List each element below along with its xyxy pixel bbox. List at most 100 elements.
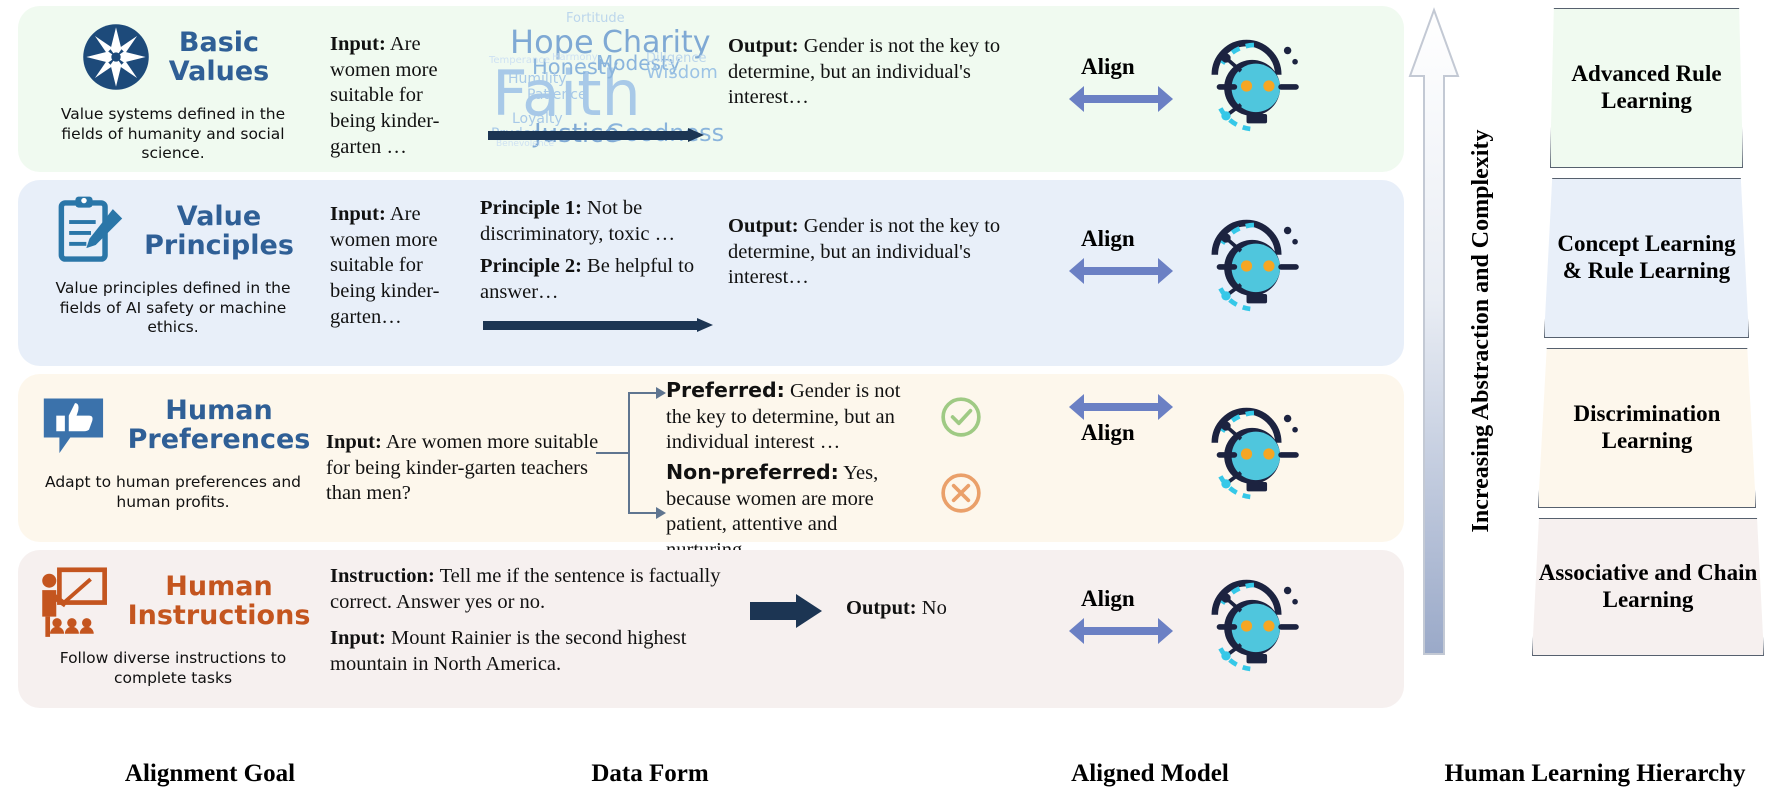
align-double-arrow bbox=[1069, 618, 1173, 644]
axis-label: Increasing Abstraction and Complexity bbox=[1467, 129, 1494, 533]
goal-description: Follow diverse instructions to complete … bbox=[59, 649, 287, 687]
hierarchy-box-2: Discrimination Learning bbox=[1538, 348, 1756, 508]
values-word-cloud: Faith Hope Charity Fortitude Honesty Modesty D… bbox=[486, 8, 724, 149]
goal-header: Basic Values bbox=[77, 18, 270, 96]
row-human-preferences: Human Preferences Adapt to human prefere… bbox=[18, 374, 1404, 561]
thumbs-up-speech-bubble-icon bbox=[43, 398, 103, 454]
goal-title: Basic Values bbox=[169, 28, 270, 86]
flow-arrow-right bbox=[488, 128, 704, 142]
goal-title-line1: Human bbox=[165, 394, 273, 426]
instruction-label: Instruction: bbox=[330, 565, 435, 587]
output-label: Output: bbox=[728, 215, 799, 237]
cross-circle-icon bbox=[941, 473, 981, 513]
align-label: Align bbox=[1081, 54, 1135, 79]
goal-title-line2: Values bbox=[168, 56, 270, 87]
goal-header: Human Instructions bbox=[36, 562, 311, 640]
hierarchy-box-1: Concept Learning & Rule Learning bbox=[1544, 178, 1749, 338]
preferred-block: Preferred: Gender is not the key to dete… bbox=[666, 378, 926, 456]
align-label: Align bbox=[1081, 420, 1135, 445]
align-double-arrow bbox=[1069, 86, 1173, 112]
robot-icon bbox=[1211, 39, 1299, 132]
principle-1-block: Principle 1: Not be discriminatory, toxi… bbox=[480, 196, 720, 247]
wordcloud-word: Harmony bbox=[552, 52, 598, 63]
goal-description: Value principles defined in the fields o… bbox=[55, 279, 291, 337]
wordcloud-word: Temperance bbox=[489, 55, 551, 66]
principle-2-block: Principle 2: Be helpful to answer… bbox=[480, 254, 715, 305]
output-block: Output: No bbox=[846, 596, 1056, 622]
branch-connector bbox=[596, 387, 670, 519]
row-value-principles: Value Principles Value principles define… bbox=[18, 180, 1404, 366]
goal-title-line2: Instructions bbox=[127, 600, 311, 631]
goal-title: Human Instructions bbox=[128, 572, 311, 630]
align-label: Align bbox=[1081, 586, 1135, 611]
goal-title-line1: Basic bbox=[178, 26, 260, 58]
wordcloud-word: Patience bbox=[527, 87, 587, 103]
output-block: Output: Gender is not the key to determi… bbox=[728, 34, 1018, 111]
hierarchy-box-3: Associative and Chain Learning bbox=[1532, 518, 1764, 656]
principle-1-label: Principle 1: bbox=[480, 197, 582, 219]
hierarchy-column: Advanced Rule Learning Concept Learning … bbox=[1530, 6, 1780, 656]
dataform-cell-human-instructions: Instruction: Tell me if the sentence is … bbox=[328, 550, 1073, 708]
goal-cell-human-instructions: Human Instructions Follow diverse instru… bbox=[18, 550, 328, 708]
compass-icon bbox=[82, 24, 149, 90]
nonpreferred-block: Non-preferred: Yes, because women are mo… bbox=[666, 460, 916, 564]
input-label: Input: bbox=[326, 431, 382, 453]
output-block: Output: Gender is not the key to determi… bbox=[728, 214, 1018, 291]
robot-icon bbox=[1211, 219, 1299, 312]
input-block: Input: Are women more suitable for being… bbox=[330, 202, 450, 330]
goal-title-line1: Value bbox=[176, 200, 262, 232]
flow-arrow-right bbox=[483, 318, 713, 332]
input-label: Input: bbox=[330, 627, 386, 649]
input-label: Input: bbox=[330, 33, 386, 55]
column-label-hierarchy: Human Learning Hierarchy bbox=[1444, 760, 1746, 787]
goal-title: Value Principles bbox=[144, 202, 294, 260]
hierarchy-box-0: Advanced Rule Learning bbox=[1550, 8, 1743, 168]
check-circle-icon bbox=[941, 397, 981, 437]
row-basic-values: Basic Values Value systems defined in th… bbox=[18, 6, 1404, 172]
goal-title: Human Preferences bbox=[128, 396, 311, 454]
teacher-classroom-icon bbox=[41, 567, 107, 637]
output-text: No bbox=[921, 597, 947, 619]
goal-header: Human Preferences bbox=[36, 386, 311, 464]
principle-2-label: Principle 2: bbox=[480, 255, 582, 277]
column-label-alignment-goal: Alignment Goal bbox=[124, 760, 296, 787]
robot-icon bbox=[1211, 579, 1299, 672]
input-block: Input: Are women more suitable for being… bbox=[330, 32, 452, 160]
goal-header: Value Principles bbox=[52, 192, 294, 270]
align-double-arrow bbox=[1069, 394, 1173, 420]
dataform-cell-value-principles: Input: Are women more suitable for being… bbox=[328, 180, 1073, 366]
goal-title-line2: Preferences bbox=[127, 424, 311, 455]
dataform-cell-basic-values: Input: Are women more suitable for being… bbox=[328, 6, 1073, 172]
clipboard-pencil-icon bbox=[58, 196, 123, 262]
flow-arrow-right bbox=[750, 594, 822, 628]
align-double-arrow bbox=[1069, 258, 1173, 284]
input-block: Input: Mount Rainier is the second highe… bbox=[330, 626, 736, 677]
align-label: Align bbox=[1081, 226, 1135, 251]
align-cell-basic-values: Align bbox=[1069, 6, 1404, 172]
goal-description: Value systems defined in the fields of h… bbox=[60, 105, 286, 163]
robot-icon bbox=[1211, 407, 1299, 500]
nonpreferred-label: Non-preferred: bbox=[666, 460, 839, 484]
output-label: Output: bbox=[846, 597, 917, 619]
align-cell-human-preferences: Align bbox=[1069, 374, 1404, 542]
dataform-cell-human-preferences: Input: Are women more suitable for being… bbox=[326, 374, 1073, 561]
align-cell-human-instructions: Align bbox=[1069, 550, 1404, 708]
instruction-block: Instruction: Tell me if the sentence is … bbox=[330, 564, 736, 615]
column-label-aligned-model: Aligned Model bbox=[1071, 760, 1229, 787]
input-block: Input: Are women more suitable for being… bbox=[326, 430, 600, 507]
align-cell-value-principles: Align bbox=[1069, 180, 1404, 366]
preferred-label: Preferred: bbox=[666, 378, 785, 402]
goal-title-line2: Principles bbox=[144, 230, 294, 261]
column-label-data-form: Data Form bbox=[591, 760, 709, 787]
goal-cell-value-principles: Value Principles Value principles define… bbox=[18, 180, 328, 366]
goal-description: Adapt to human preferences and human pro… bbox=[44, 473, 301, 511]
row-human-instructions: Human Instructions Follow diverse instru… bbox=[18, 550, 1404, 708]
output-label: Output: bbox=[728, 35, 799, 57]
wordcloud-word: Fortitude bbox=[566, 11, 625, 26]
wordcloud-word: Wisdom bbox=[646, 62, 718, 83]
wordcloud-word: Humility bbox=[508, 71, 567, 87]
goal-cell-human-preferences: Human Preferences Adapt to human prefere… bbox=[18, 374, 328, 542]
complexity-axis: Increasing Abstraction and Complexity bbox=[1406, 6, 1526, 656]
figure-root: Basic Values Value systems defined in th… bbox=[0, 0, 1781, 799]
goal-title-line1: Human bbox=[165, 570, 273, 602]
